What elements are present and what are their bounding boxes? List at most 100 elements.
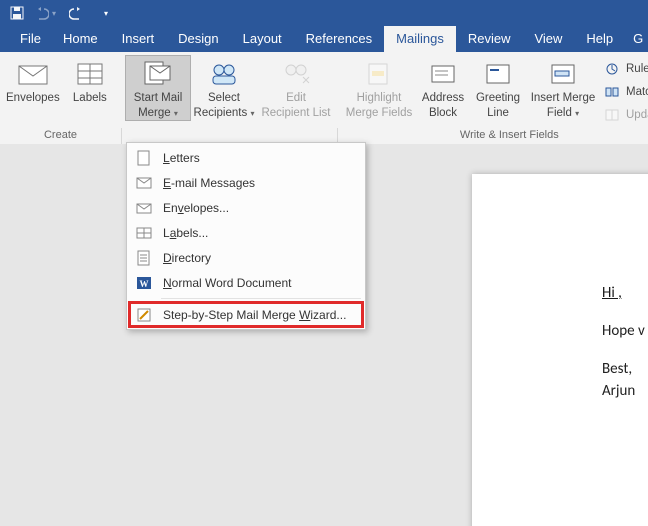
labels-icon	[74, 58, 106, 90]
address-l2: Block	[429, 107, 457, 120]
redo-icon	[69, 6, 85, 20]
mail-merge-icon	[142, 58, 174, 90]
chevron-down-icon: ▾	[250, 109, 254, 118]
rules-button[interactable]: Rules▾	[600, 58, 648, 80]
menu-email[interactable]: E-mail Messages	[129, 170, 363, 195]
undo-caret-icon[interactable]: ▾	[52, 9, 56, 18]
update-labels-label: Update L	[626, 109, 648, 121]
envelope-icon	[17, 58, 49, 90]
group-write-insert: Highlight Merge Fields Address Block Gre…	[338, 52, 648, 144]
tab-layout[interactable]: Layout	[231, 26, 294, 52]
svg-text:W: W	[140, 279, 149, 289]
menu-directory-label: Directory	[163, 251, 211, 265]
redo-button[interactable]	[66, 2, 88, 24]
menu-directory[interactable]: Directory	[129, 245, 363, 270]
select-recipients-button[interactable]: Select Recipients ▾	[190, 56, 258, 120]
update-labels-button[interactable]: Update L	[600, 104, 648, 126]
envelope-small-icon	[135, 199, 153, 217]
greeting-icon	[482, 58, 514, 90]
insert-field-icon	[547, 58, 579, 90]
update-labels-icon	[604, 107, 620, 123]
edit-list-icon	[280, 58, 312, 90]
group-write-insert-label: Write & Insert Fields	[338, 128, 648, 144]
highlight-l1: Highlight	[357, 92, 402, 105]
rules-label: Rules	[626, 63, 648, 75]
menu-separator	[161, 298, 361, 299]
select-recipients-l2: Recipients	[194, 107, 248, 119]
match-fields-button[interactable]: Match Fi	[600, 81, 648, 103]
address-block-button[interactable]: Address Block	[416, 56, 470, 120]
document-page[interactable]: Hi , Hope v Best, Arjun	[472, 174, 648, 526]
tab-extra[interactable]: G	[625, 26, 643, 52]
select-recipients-l1: Select	[208, 92, 240, 105]
directory-icon	[135, 249, 153, 267]
tab-review[interactable]: Review	[456, 26, 523, 52]
start-mail-merge-menu: Letters E-mail Messages Envelopes... Lab…	[126, 142, 366, 330]
tab-file[interactable]: File	[14, 26, 51, 52]
ribbon: Envelopes Labels Create Start Mail	[0, 52, 648, 145]
labels-button[interactable]: Labels	[62, 56, 118, 105]
group-create: Envelopes Labels Create	[0, 52, 122, 144]
chevron-down-icon: ▾	[174, 109, 178, 118]
highlight-l2: Merge Fields	[346, 107, 412, 120]
title-bar: ▾ ▾	[0, 0, 648, 26]
menu-labels-label: Labels...	[163, 226, 208, 240]
ribbon-tabs: File Home Insert Design Layout Reference…	[0, 26, 648, 52]
address-l1: Address	[422, 92, 464, 105]
insert-field-l2: Field	[547, 107, 572, 119]
edit-recipient-l1: Edit	[286, 92, 306, 105]
word-doc-icon: W	[135, 274, 153, 292]
doc-hope-line: Hope v	[602, 322, 648, 340]
greeting-line-button[interactable]: Greeting Line	[470, 56, 526, 120]
insert-merge-field-button[interactable]: Insert Merge Field ▾	[526, 56, 600, 120]
group-create-label: Create	[0, 128, 122, 144]
menu-wizard[interactable]: Step-by-Step Mail Merge Wizard...	[129, 302, 363, 327]
recipients-icon	[208, 58, 240, 90]
insert-field-l1: Insert Merge	[531, 92, 596, 105]
highlight-icon	[363, 58, 395, 90]
tab-mailings[interactable]: Mailings	[384, 26, 456, 52]
doc-hi-line: Hi ,	[602, 284, 622, 302]
labels-small-icon	[135, 224, 153, 242]
menu-envelopes[interactable]: Envelopes...	[129, 195, 363, 220]
tab-insert[interactable]: Insert	[110, 26, 167, 52]
menu-email-label: E-mail Messages	[163, 176, 255, 190]
menu-envelopes-label: Envelopes...	[163, 201, 229, 215]
start-mail-merge-button[interactable]: Start Mail Merge ▾	[126, 56, 190, 120]
greeting-l1: Greeting	[476, 92, 520, 105]
edit-recipient-list-button[interactable]: Edit Recipient List	[258, 56, 334, 120]
doc-name-line: Arjun	[602, 382, 648, 400]
greeting-l2: Line	[487, 107, 509, 120]
undo-button[interactable]	[30, 2, 52, 24]
tab-home[interactable]: Home	[51, 26, 110, 52]
menu-labels[interactable]: Labels...	[129, 220, 363, 245]
tab-design[interactable]: Design	[166, 26, 230, 52]
menu-wizard-label: Step-by-Step Mail Merge Wizard...	[163, 308, 346, 322]
tab-help[interactable]: Help	[574, 26, 625, 52]
email-icon	[135, 174, 153, 192]
edit-recipient-l2: Recipient List	[261, 107, 330, 120]
write-insert-small-column: Rules▾ Match Fi Update L	[600, 56, 648, 126]
menu-letters-label: Letters	[163, 151, 200, 165]
doc-best-line: Best,	[602, 360, 648, 378]
group-start-mail-merge: Start Mail Merge ▾ Select Recipients ▾ E…	[122, 52, 338, 144]
tab-references[interactable]: References	[294, 26, 384, 52]
save-button[interactable]	[6, 2, 28, 24]
start-mail-merge-l2: Merge	[138, 107, 171, 119]
start-mail-merge-l1: Start Mail	[134, 92, 183, 105]
labels-label: Labels	[73, 92, 107, 105]
qat-customize-caret-icon[interactable]: ▾	[104, 9, 108, 18]
match-fields-label: Match Fi	[626, 86, 648, 98]
envelopes-button[interactable]: Envelopes	[4, 56, 62, 105]
save-icon	[10, 6, 24, 20]
menu-letters[interactable]: Letters	[129, 145, 363, 170]
quick-access-toolbar: ▾ ▾	[6, 2, 108, 24]
wizard-icon	[135, 306, 153, 324]
rules-icon	[604, 61, 620, 77]
tab-view[interactable]: View	[522, 26, 574, 52]
menu-normal-doc[interactable]: W Normal Word Document	[129, 270, 363, 295]
match-fields-icon	[604, 84, 620, 100]
address-block-icon	[427, 58, 459, 90]
highlight-merge-fields-button[interactable]: Highlight Merge Fields	[342, 56, 416, 120]
undo-icon	[33, 6, 49, 20]
